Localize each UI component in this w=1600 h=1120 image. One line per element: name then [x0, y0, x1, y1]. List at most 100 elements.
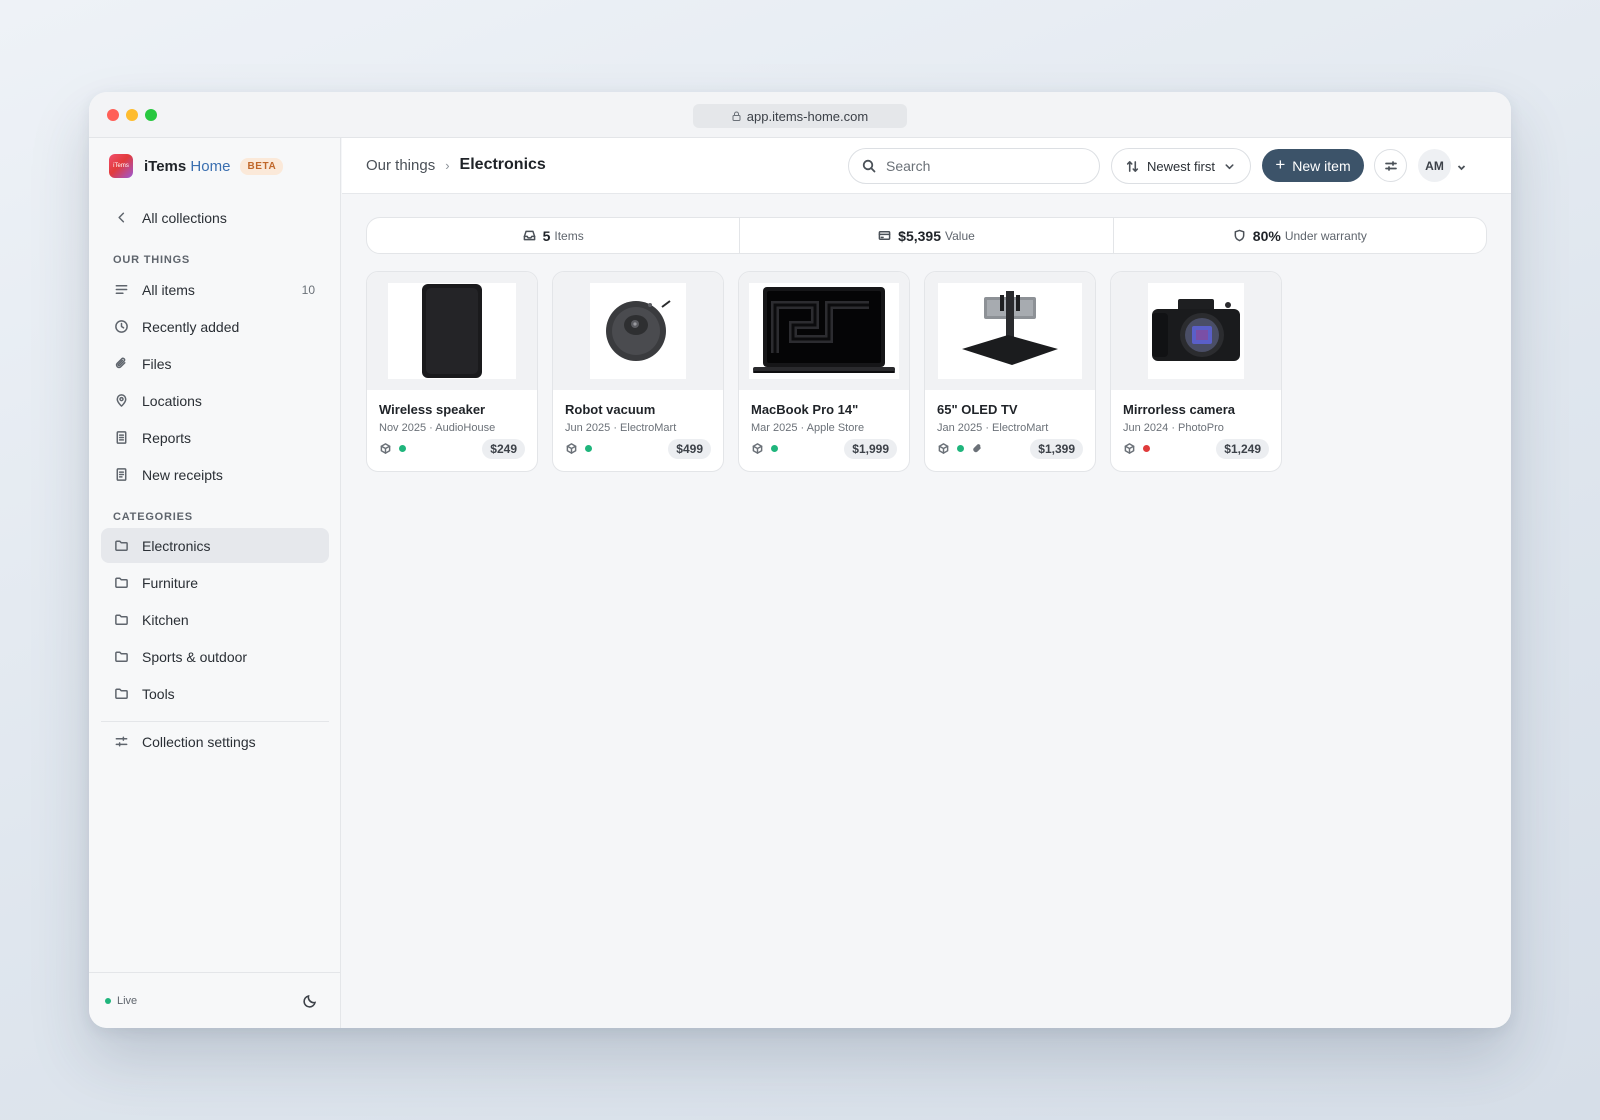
- maximize-window-button[interactable]: [145, 109, 157, 121]
- item-image: [739, 272, 909, 390]
- sidebar-item-label: Files: [142, 355, 172, 372]
- item-meta: Jan 2025 · ElectroMart: [937, 422, 1049, 434]
- moon-icon: [303, 994, 317, 1008]
- chevron-right-icon: ›: [445, 157, 450, 173]
- item-price: $1,999: [844, 439, 897, 459]
- live-status-label: Live: [117, 994, 138, 1007]
- new-item-button[interactable]: + New item: [1262, 149, 1364, 182]
- sidebar-item-kitchen[interactable]: Kitchen: [101, 602, 329, 637]
- dark-mode-toggle[interactable]: [302, 993, 318, 1009]
- package-icon: [380, 443, 391, 454]
- item-count: 10: [301, 282, 315, 297]
- item-card-macbook-pro[interactable]: MacBook Pro 14" Mar 2025 · Apple Store $…: [738, 271, 910, 472]
- receipt-icon: [113, 467, 129, 483]
- sort-label: Newest first: [1147, 158, 1215, 174]
- stat-warranty: 80% Under warranty: [1114, 218, 1486, 253]
- live-status-dot: [105, 997, 111, 1004]
- package-icon: [566, 443, 577, 454]
- sidebar-item-all-items[interactable]: All items 10: [101, 272, 329, 307]
- beta-badge: BETA: [240, 157, 284, 175]
- back-to-all-collections[interactable]: All collections: [101, 200, 329, 235]
- package-icon: [938, 443, 949, 454]
- item-indicators: [1124, 443, 1150, 454]
- sliders-icon: [113, 734, 129, 750]
- collection-settings-button[interactable]: Collection settings: [101, 724, 329, 759]
- item-title: Mirrorless camera: [1123, 402, 1236, 417]
- camera-image: [1152, 299, 1240, 361]
- chevron-down-icon: [1457, 165, 1466, 171]
- filter-button[interactable]: [1374, 149, 1407, 182]
- item-title: 65" OLED TV: [937, 402, 1018, 417]
- status-dot: [957, 445, 964, 452]
- item-indicators: [938, 443, 983, 454]
- app-name: iTems Home: [144, 157, 231, 175]
- item-meta: Jun 2025 · ElectroMart: [565, 422, 677, 434]
- item-image: [553, 272, 723, 390]
- sidebar-item-tools[interactable]: Tools: [101, 676, 329, 711]
- item-price: $1,399: [1030, 439, 1083, 459]
- item-price: $499: [668, 439, 711, 459]
- address-bar[interactable]: app.items-home.com: [693, 104, 907, 128]
- stat-label: Items: [554, 228, 584, 243]
- breadcrumb-parent[interactable]: Our things: [366, 157, 435, 174]
- item-title: MacBook Pro 14": [751, 402, 859, 417]
- sidebar-item-label: Electronics: [142, 537, 211, 554]
- search-input[interactable]: [886, 158, 1076, 174]
- tv-stand-image: [962, 291, 1058, 365]
- stats-bar: 5 Items $5,395 Value 80% Under warranty: [366, 217, 1487, 254]
- sidebar-item-electronics[interactable]: Electronics: [101, 528, 329, 563]
- sidebar-item-label: Locations: [142, 392, 202, 409]
- app-window: app.items-home.com iTems iTems Home BETA…: [89, 92, 1511, 1028]
- sidebar-item-label: Sports & outdoor: [142, 648, 248, 665]
- sidebar-item-label: Furniture: [142, 574, 199, 591]
- sort-arrows-icon: [1126, 160, 1139, 172]
- inbox-icon: [523, 230, 535, 241]
- item-card-mirrorless-camera[interactable]: Mirrorless camera Jun 2024 · PhotoPro $1…: [1110, 271, 1282, 472]
- sidebar-item-reports[interactable]: Reports: [101, 420, 329, 455]
- robot-vacuum-image: [606, 300, 671, 361]
- sidebar-item-label: Reports: [142, 429, 192, 446]
- settings-label: Collection settings: [142, 733, 256, 750]
- sidebar-item-label: Tools: [142, 685, 175, 702]
- item-card-oled-tv[interactable]: 65" OLED TV Jan 2025 · ElectroMart $1,39…: [924, 271, 1096, 472]
- item-title: Robot vacuum: [565, 402, 656, 417]
- sidebar: iTems iTems Home BETA All collections OU…: [89, 138, 341, 1028]
- brand[interactable]: iTems iTems Home BETA: [109, 154, 284, 178]
- status-dot: [585, 445, 592, 452]
- laptop-image: [753, 287, 895, 373]
- search-box[interactable]: [848, 148, 1100, 184]
- sort-dropdown[interactable]: Newest first: [1111, 148, 1251, 184]
- chevron-down-icon: [1225, 163, 1234, 169]
- package-icon: [1124, 443, 1135, 454]
- item-indicators: [566, 443, 592, 454]
- sidebar-item-files[interactable]: Files: [101, 346, 329, 381]
- document-icon: [113, 430, 129, 446]
- sidebar-item-sports-outdoor[interactable]: Sports & outdoor: [101, 639, 329, 674]
- sidebar-item-label: Recently added: [142, 318, 240, 335]
- item-price: $249: [482, 439, 525, 459]
- credit-card-icon: [878, 231, 891, 240]
- sidebar-item-new-receipts[interactable]: New receipts: [101, 457, 329, 492]
- paperclip-icon: [113, 356, 129, 372]
- browser-titlebar: app.items-home.com: [89, 92, 1511, 138]
- sidebar-item-locations[interactable]: Locations: [101, 383, 329, 418]
- user-avatar[interactable]: AM: [1418, 149, 1451, 182]
- item-image: [925, 272, 1095, 390]
- stat-label: Value: [945, 228, 975, 243]
- sidebar-item-recently-added[interactable]: Recently added: [101, 309, 329, 344]
- sidebar-divider: [101, 721, 329, 722]
- folder-icon: [113, 538, 129, 554]
- item-card-robot-vacuum[interactable]: Robot vacuum Jun 2025 · ElectroMart $499: [552, 271, 724, 472]
- item-meta: Nov 2025 · AudioHouse: [379, 422, 496, 434]
- sidebar-item-label: All items: [142, 281, 195, 298]
- close-window-button[interactable]: [107, 109, 119, 121]
- sliders-icon: [1384, 160, 1397, 171]
- account-menu-toggle[interactable]: [1456, 160, 1467, 171]
- item-card-wireless-speaker[interactable]: Wireless speaker Nov 2025 · AudioHouse $…: [366, 271, 538, 472]
- item-image: [367, 272, 537, 390]
- item-indicators: [380, 443, 406, 454]
- section-categories: CATEGORIES: [113, 511, 193, 523]
- sidebar-item-furniture[interactable]: Furniture: [101, 565, 329, 600]
- minimize-window-button[interactable]: [126, 109, 138, 121]
- folder-icon: [113, 612, 129, 628]
